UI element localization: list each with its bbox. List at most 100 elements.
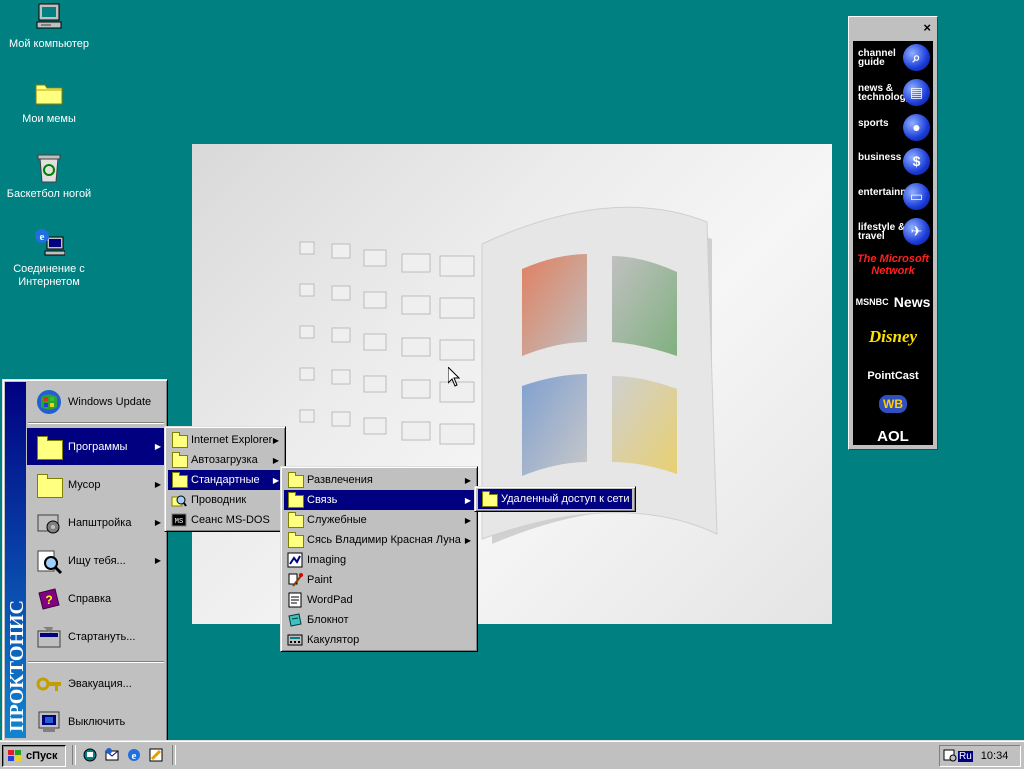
submenu-arrow-icon: ▶ (154, 556, 161, 565)
accessories-item-notepad[interactable]: Блокнот (284, 610, 474, 630)
accessories-item-communications[interactable]: Связь ▶ (284, 490, 474, 510)
folder-icon (287, 512, 304, 528)
svg-text:?: ? (45, 593, 52, 607)
desktop-icon-recycle-bin[interactable]: Баскетбол ногой (1, 152, 97, 201)
channel-entertainment[interactable]: entertainment ▭ (853, 180, 933, 215)
msnbc-logo: MSNBC (855, 296, 889, 307)
close-icon[interactable]: × (923, 20, 931, 35)
channel-business[interactable]: business $ (853, 145, 933, 180)
channel-list: channel guide ⌕ news & technology ▤ spor… (853, 41, 933, 445)
channels-icon[interactable] (148, 747, 164, 763)
start-item-windows-update[interactable]: Windows Update (27, 383, 165, 420)
msn-logo: The Microsoft Network (856, 252, 930, 277)
start-item-label: Эвакуация... (68, 677, 132, 690)
system-tray: Ru 10:34 (939, 745, 1021, 767)
taskbar: сПуск e Ru 10:34 (0, 740, 1024, 769)
menu-item-label: Сеанс MS-DOS (191, 514, 270, 526)
imaging-icon (287, 552, 303, 568)
start-item-programs[interactable]: Программы ▶ (27, 428, 165, 465)
submenu-arrow-icon: ▶ (154, 442, 161, 451)
scheduler-icon[interactable] (943, 748, 957, 762)
disney-channel[interactable]: Disney (853, 319, 933, 354)
settings-icon (35, 509, 63, 537)
programs-item-explorer[interactable]: Проводник (168, 490, 282, 510)
accessories-item-wordpad[interactable]: WordPad (284, 590, 474, 610)
submenu-arrow-icon: ▶ (464, 515, 471, 525)
folder-icon (171, 472, 188, 488)
programs-item-startup[interactable]: Автозагрузка ▶ (168, 450, 282, 470)
show-desktop-icon[interactable] (82, 747, 98, 763)
menu-item-label: Удаленный доступ к сети (501, 493, 630, 505)
aol-channel[interactable]: AOL (853, 424, 933, 445)
internet-connection-icon: e (33, 227, 66, 259)
dollar-icon: $ (903, 148, 930, 176)
disney-logo: Disney (868, 327, 918, 347)
run-icon (35, 623, 63, 651)
windows-update-icon (35, 388, 63, 416)
submenu-arrow-icon: ▶ (272, 475, 279, 485)
desktop-icon-label: Мои мемы (22, 113, 76, 125)
outlook-express-icon[interactable] (104, 747, 120, 763)
accessories-menu: Развлечения ▶ Связь ▶ Служебные ▶ Сясь В… (280, 466, 478, 652)
internet-explorer-icon[interactable]: e (126, 747, 142, 763)
msnbc-channel[interactable]: MSNBC News (853, 285, 933, 320)
accessories-item-custom-folder[interactable]: Сясь Владимир Красная Луна ▶ (284, 530, 474, 550)
menu-item-label: Блокнот (307, 614, 349, 626)
taskbar-divider (72, 745, 76, 765)
folder-icon (171, 452, 188, 468)
accessories-item-calculator[interactable]: Какулятор (284, 630, 474, 650)
menu-item-label: Связь (307, 494, 338, 506)
start-item-documents[interactable]: Мусор ▶ (27, 466, 165, 503)
separator (28, 661, 164, 663)
accessories-item-paint[interactable]: Paint (284, 570, 474, 590)
start-item-run[interactable]: Стартануть... (27, 618, 165, 655)
ms-dos-icon: MS (171, 512, 187, 528)
menu-item-label: WordPad (307, 594, 353, 606)
channel-guide[interactable]: channel guide ⌕ (853, 41, 933, 76)
desktop-icon-my-computer[interactable]: Мой компьютер (1, 2, 97, 51)
logoff-icon (35, 670, 63, 698)
clock[interactable]: 10:34 (981, 750, 1009, 762)
channel-sports[interactable]: sports ● (853, 111, 933, 146)
accessories-item-imaging[interactable]: Imaging (284, 550, 474, 570)
wb-channel[interactable]: WB (853, 389, 933, 424)
notepad-icon (287, 612, 303, 628)
msnbc-news-label: News (893, 293, 931, 310)
start-item-label: Мусор (68, 478, 101, 491)
msn-channel[interactable]: The Microsoft Network (853, 250, 933, 285)
language-indicator[interactable]: Ru (958, 750, 973, 762)
programs-item-ms-dos[interactable]: MS Сеанс MS-DOS (168, 510, 282, 530)
start-menu-banner-text: ПРОКТОНИС (6, 600, 28, 732)
recycle-bin-icon (33, 152, 65, 184)
start-button[interactable]: сПуск (2, 745, 66, 767)
programs-item-accessories[interactable]: Стандартные ▶ (168, 470, 282, 490)
start-item-label: Программы (68, 440, 128, 453)
submenu-arrow-icon: ▶ (464, 495, 471, 505)
communications-item-dialup[interactable]: Удаленный доступ к сети (478, 489, 632, 509)
start-item-shutdown[interactable]: Выключить (27, 703, 165, 740)
accessories-item-entertainment[interactable]: Развлечения ▶ (284, 470, 474, 490)
start-item-find[interactable]: Ищу тебя... ▶ (27, 542, 165, 579)
submenu-arrow-icon: ▶ (272, 455, 279, 465)
calculator-icon (287, 632, 303, 648)
newspaper-icon: ▤ (903, 78, 930, 106)
start-item-logoff[interactable]: Эвакуация... (27, 665, 165, 702)
start-menu: ПРОКТОНИС Windows Update Программы ▶ Мус… (2, 379, 168, 743)
desktop-icon-internet-connection[interactable]: e Соединение с Интернетом (1, 227, 97, 289)
desktop-icon-my-memes[interactable]: Мои мемы (1, 77, 97, 126)
communications-menu: Удаленный доступ к сети (474, 486, 636, 512)
paint-icon (287, 572, 303, 588)
channel-news[interactable]: news & technology ▤ (853, 76, 933, 111)
start-item-settings[interactable]: Напштройка ▶ (27, 504, 165, 541)
menu-item-label: Стандартные (191, 474, 260, 486)
soccer-ball-icon: ● (903, 113, 930, 141)
menu-item-label: Автозагрузка (191, 454, 258, 466)
start-item-help[interactable]: ? Справка (27, 580, 165, 617)
pointcast-channel[interactable]: PointCast (853, 354, 933, 389)
channel-lifestyle[interactable]: lifestyle & travel ✈ (853, 215, 933, 250)
shutdown-icon (35, 708, 63, 736)
start-menu-banner: ПРОКТОНИС (5, 382, 28, 738)
wordpad-icon (287, 592, 303, 608)
accessories-item-system-tools[interactable]: Служебные ▶ (284, 510, 474, 530)
programs-item-internet-explorer[interactable]: Internet Explorer ▶ (168, 430, 282, 450)
